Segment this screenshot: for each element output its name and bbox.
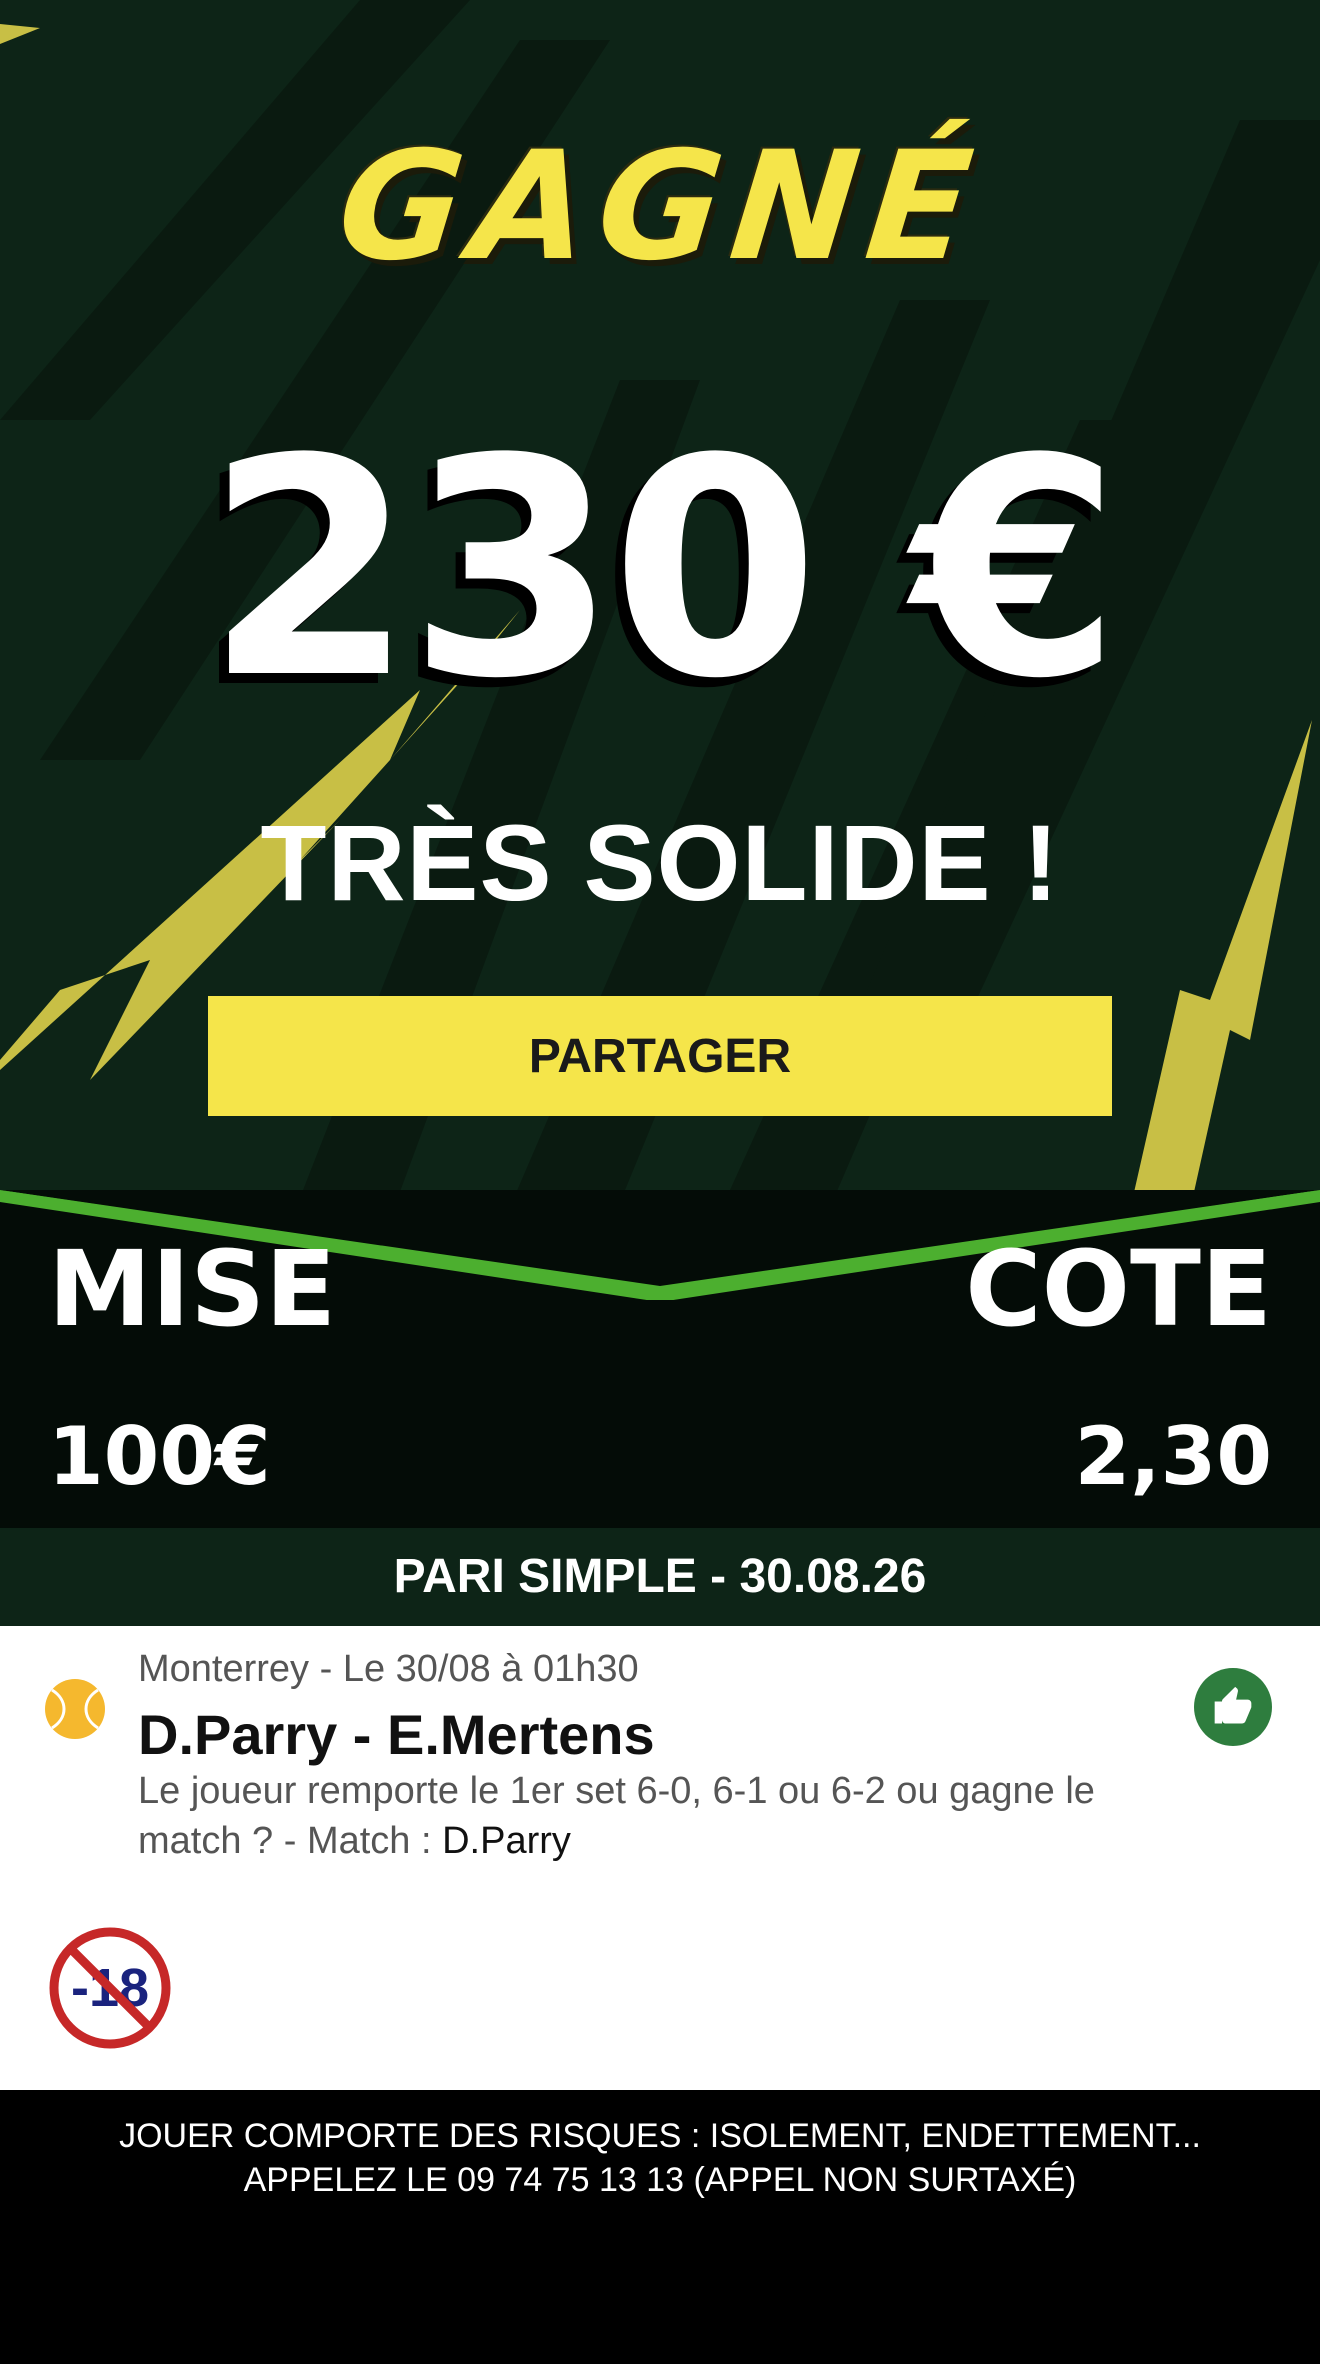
age-restriction: -18 <box>0 1890 1320 2090</box>
bet-selection: D.Parry <box>442 1820 571 1862</box>
helpline: APPELEZ LE 09 74 75 13 13 (APPEL NON SUR… <box>243 2161 1077 2199</box>
stake-odds-panel: MISE COTE 100€ 2,30 <box>0 1190 1320 1528</box>
bet-selection-card[interactable]: Monterrey - Le 30/08 à 01h30 D.Parry - E… <box>0 1626 1320 1892</box>
winning-bet-screen: GAGNÉ 230 € TRÈS SOLIDE ! PARTAGER MISE … <box>0 0 1320 2364</box>
win-title: GAGNÉ <box>330 120 990 294</box>
event-meta: Monterrey - Le 30/08 à 01h30 <box>138 1648 639 1690</box>
share-button[interactable]: PARTAGER <box>208 996 1112 1116</box>
responsible-gaming-footer: JOUER COMPORTE DES RISQUES : ISOLEMENT, … <box>0 2090 1320 2364</box>
match-name: D.Parry - E.Mertens <box>138 1703 655 1766</box>
bet-question: Le joueur remporte le 1er set 6-0, 6-1 o… <box>138 1770 1095 1862</box>
risk-warning: JOUER COMPORTE DES RISQUES : ISOLEMENT, … <box>119 2117 1201 2155</box>
win-subtitle: TRÈS SOLIDE ! <box>260 802 1060 923</box>
bet-type-banner: PARI SIMPLE - 30.08.26 <box>0 1528 1320 1626</box>
win-hero: GAGNÉ 230 € TRÈS SOLIDE ! PARTAGER <box>0 0 1320 1300</box>
thumbs-up-icon <box>1194 1668 1272 1746</box>
bet-description: Le joueur remporte le 1er set 6-0, 6-1 o… <box>138 1766 1178 1866</box>
odds-value: 2,30 <box>1074 1410 1272 1503</box>
odds-label: COTE <box>965 1228 1272 1350</box>
win-amount: 230 € <box>205 395 1120 744</box>
tennis-ball-icon <box>45 1679 105 1739</box>
stake-value: 100€ <box>48 1410 271 1503</box>
no-under-18-icon: -18 <box>49 1927 171 2049</box>
stake-label: MISE <box>48 1228 337 1350</box>
